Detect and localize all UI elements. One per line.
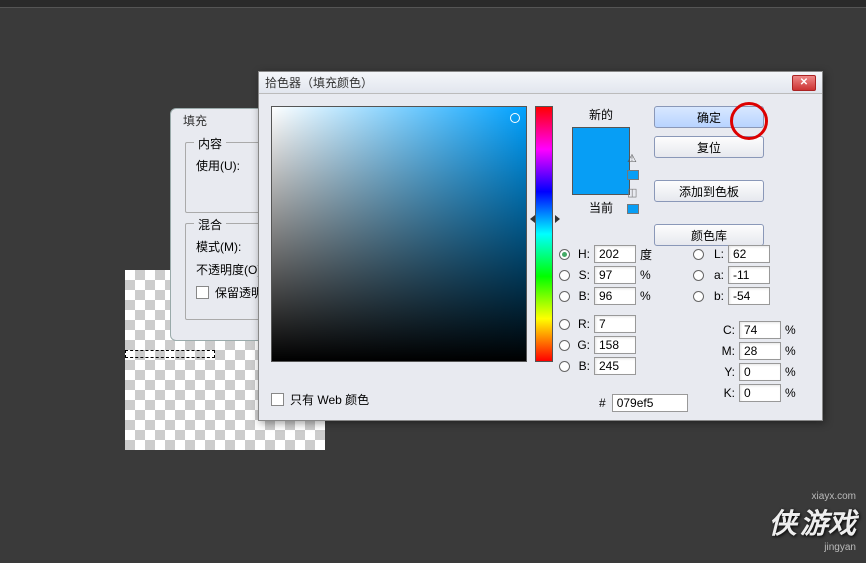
- picker-titlebar[interactable]: 拾色器（填充颜色） ✕: [259, 72, 822, 94]
- c-unit: %: [785, 323, 799, 337]
- hex-prefix: #: [599, 396, 606, 410]
- watermark: xiayx.com 侠 游戏 jingyan: [769, 491, 856, 553]
- g-label: G:: [574, 338, 590, 352]
- watermark-site: xiayx.com: [769, 491, 856, 502]
- r-label: R:: [574, 317, 590, 331]
- k-input[interactable]: [739, 384, 781, 402]
- h-unit: 度: [640, 246, 654, 263]
- bb-label: b:: [708, 289, 724, 303]
- bb-radio[interactable]: [693, 291, 704, 302]
- use-label: 使用(U):: [196, 157, 240, 174]
- close-button[interactable]: ✕: [792, 75, 816, 91]
- hue-slider-thumb[interactable]: [530, 215, 560, 223]
- content-legend: 内容: [194, 135, 226, 152]
- reset-button[interactable]: 复位: [654, 136, 764, 158]
- bv-radio[interactable]: [559, 291, 570, 302]
- picker-title: 拾色器（填充颜色）: [265, 74, 792, 91]
- ruler-horizontal: [0, 0, 866, 8]
- opacity-label: 不透明度(O):: [196, 261, 265, 278]
- hue-slider[interactable]: [535, 106, 553, 362]
- y-unit: %: [785, 365, 799, 379]
- current-label: 当前: [589, 199, 613, 216]
- m-input[interactable]: [739, 342, 781, 360]
- hex-input[interactable]: [612, 394, 688, 412]
- bv-input[interactable]: [594, 287, 636, 305]
- web-only-row: 只有 Web 颜色: [271, 391, 369, 408]
- add-swatch-button[interactable]: 添加到色板: [654, 180, 764, 202]
- y-label: Y:: [719, 365, 735, 379]
- a-label: a:: [708, 268, 724, 282]
- c-input[interactable]: [739, 321, 781, 339]
- mode-label: 模式(M):: [196, 238, 241, 255]
- b-input[interactable]: [594, 357, 636, 375]
- bb-input[interactable]: [728, 287, 770, 305]
- new-color-swatch: [573, 128, 629, 161]
- color-field[interactable]: [271, 106, 527, 362]
- s-label: S:: [574, 268, 590, 282]
- s-input[interactable]: [594, 266, 636, 284]
- ok-button[interactable]: 确定: [654, 106, 764, 128]
- new-label: 新的: [589, 106, 613, 123]
- k-unit: %: [785, 386, 799, 400]
- b-label: B:: [574, 359, 590, 373]
- r-radio[interactable]: [559, 319, 570, 330]
- gamut-swatch[interactable]: [627, 170, 639, 180]
- color-picker-dialog: 拾色器（填充颜色） ✕ 新的 当前 ⚠ ◫ 确定 复位: [258, 71, 823, 421]
- m-label: M:: [719, 344, 735, 358]
- web-only-label: 只有 Web 颜色: [290, 391, 369, 408]
- blend-legend: 混合: [194, 216, 226, 233]
- s-radio[interactable]: [559, 270, 570, 281]
- a-input[interactable]: [728, 266, 770, 284]
- h-input[interactable]: [594, 245, 636, 263]
- l-radio[interactable]: [693, 249, 704, 260]
- y-input[interactable]: [739, 363, 781, 381]
- r-input[interactable]: [594, 315, 636, 333]
- color-swatch-preview: [572, 127, 630, 195]
- bv-label: B:: [574, 289, 590, 303]
- gamut-warning-icon[interactable]: ⚠: [627, 152, 639, 164]
- bv-unit: %: [640, 289, 654, 303]
- h-label: H:: [574, 247, 590, 261]
- b-radio[interactable]: [559, 361, 570, 372]
- l-input[interactable]: [728, 245, 770, 263]
- s-unit: %: [640, 268, 654, 282]
- watermark-brand4: 游戏: [800, 508, 856, 539]
- k-label: K:: [719, 386, 735, 400]
- a-radio[interactable]: [693, 270, 704, 281]
- l-label: L:: [708, 247, 724, 261]
- preserve-checkbox[interactable]: [196, 286, 209, 299]
- h-radio[interactable]: [559, 249, 570, 260]
- watermark-sub: jingyan: [769, 542, 856, 553]
- g-input[interactable]: [594, 336, 636, 354]
- websafe-warning-icon[interactable]: ◫: [627, 186, 639, 198]
- g-radio[interactable]: [559, 340, 570, 351]
- watermark-brand3: 侠: [769, 508, 797, 539]
- color-field-cursor: [510, 113, 520, 123]
- marquee-selection: [125, 350, 215, 358]
- websafe-swatch[interactable]: [627, 204, 639, 214]
- current-color-swatch: [573, 161, 629, 194]
- m-unit: %: [785, 344, 799, 358]
- web-only-checkbox[interactable]: [271, 393, 284, 406]
- c-label: C:: [719, 323, 735, 337]
